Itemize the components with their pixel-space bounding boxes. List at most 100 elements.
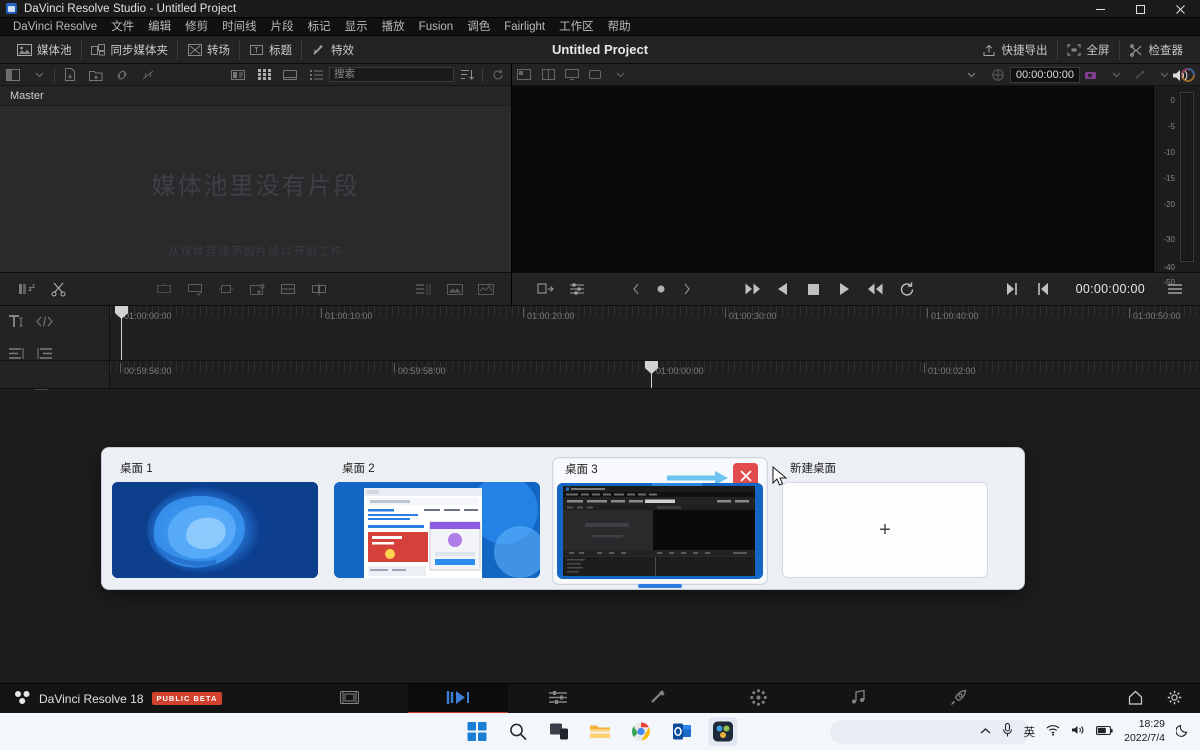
- trim-in-icon[interactable]: [8, 347, 25, 360]
- desktop-thumbnail-1[interactable]: [112, 482, 318, 578]
- battery-icon[interactable]: [1096, 725, 1113, 739]
- menu-item-trim[interactable]: 修剪: [178, 18, 215, 36]
- timeline-ruler-top[interactable]: 01:00:00:00 01:00:10:00 01:00:20:00 01:0…: [0, 306, 1200, 361]
- close-button[interactable]: [1160, 0, 1200, 18]
- task-view-icon[interactable]: [545, 717, 574, 746]
- overwrite-clip-icon[interactable]: [179, 272, 210, 306]
- marker-icon[interactable]: [651, 272, 671, 306]
- viewer-selector-dropdown[interactable]: [636, 67, 982, 83]
- place-on-top-icon[interactable]: [241, 272, 272, 306]
- page-fusion[interactable]: [608, 684, 708, 714]
- menu-item-playback[interactable]: 播放: [375, 18, 412, 36]
- replace-clip-icon[interactable]: [210, 272, 241, 306]
- link-clips-icon[interactable]: [109, 64, 135, 86]
- chrome-icon[interactable]: [627, 717, 656, 746]
- play-reverse-icon[interactable]: [767, 272, 798, 306]
- transport-timecode[interactable]: 00:00:00:00: [1076, 282, 1145, 296]
- taskbar-clock[interactable]: 18:29 2022/7/4: [1124, 718, 1165, 744]
- playhead-top[interactable]: [121, 306, 122, 360]
- aspect-ratio-icon[interactable]: [584, 64, 608, 86]
- menu-item-file[interactable]: 文件: [104, 18, 141, 36]
- chevron-up-icon[interactable]: [980, 726, 991, 738]
- sort-icon[interactable]: [454, 64, 480, 86]
- new-desktop-item[interactable]: 新建桌面 +: [782, 457, 990, 578]
- desktop-item-2[interactable]: 桌面 2: [334, 457, 542, 578]
- add-desktop-button[interactable]: +: [782, 482, 988, 578]
- refresh-icon[interactable]: [485, 64, 511, 86]
- chevron-down-icon[interactable]: [608, 64, 632, 86]
- import-media-icon[interactable]: [57, 64, 83, 86]
- code-view-icon[interactable]: [36, 315, 53, 328]
- jump-end-icon[interactable]: [860, 272, 891, 306]
- outlook-icon[interactable]: [668, 717, 697, 746]
- sync-bin-button[interactable]: 同步媒体夹: [82, 40, 179, 60]
- menu-item-mark[interactable]: 标记: [301, 18, 338, 36]
- source-viewer-icon[interactable]: [986, 64, 1010, 86]
- loop-icon[interactable]: [891, 272, 922, 306]
- search-icon[interactable]: [504, 717, 533, 746]
- close-up-icon[interactable]: [439, 272, 470, 306]
- network-icon[interactable]: [1046, 724, 1060, 739]
- chevron-down-icon[interactable]: [1104, 64, 1128, 86]
- start-icon[interactable]: [463, 717, 492, 746]
- fit-to-fill-icon[interactable]: [272, 272, 303, 306]
- viewer-canvas[interactable]: [512, 86, 1153, 272]
- minimize-button[interactable]: [1080, 0, 1120, 18]
- chevron-down-icon[interactable]: [26, 64, 52, 86]
- tags-icon[interactable]: [1080, 64, 1104, 86]
- import-folder-icon[interactable]: [83, 64, 109, 86]
- home-icon[interactable]: [1128, 690, 1143, 708]
- append-at-end-icon[interactable]: [303, 272, 334, 306]
- menu-item-color[interactable]: 调色: [460, 18, 497, 36]
- text-tool-icon[interactable]: [8, 314, 25, 329]
- menu-item-help[interactable]: 帮助: [601, 18, 638, 36]
- stop-icon[interactable]: [798, 272, 829, 306]
- timeline-ruler-track-bottom[interactable]: 00:59:56:00 00:59:58:00 01:00:00:00 01:0…: [110, 361, 1200, 388]
- page-cut[interactable]: [408, 684, 508, 714]
- snapping-icon[interactable]: zz: [12, 272, 43, 306]
- bin-split-icon[interactable]: [0, 64, 26, 86]
- prev-marker-icon[interactable]: [620, 272, 651, 306]
- filmstrip-view-icon[interactable]: [277, 64, 303, 86]
- prev-edit-icon[interactable]: [1027, 272, 1058, 306]
- search-input[interactable]: 搜索: [329, 67, 454, 82]
- inspector-button[interactable]: 检查器: [1120, 40, 1193, 60]
- unlink-clips-icon[interactable]: [135, 64, 161, 86]
- viewer-timecode[interactable]: 00:00:00:00: [1010, 67, 1080, 83]
- menu-item-view[interactable]: 显示: [338, 18, 375, 36]
- moon-icon[interactable]: [1176, 723, 1190, 740]
- insert-clip-icon[interactable]: [148, 272, 179, 306]
- microphone-icon[interactable]: [1002, 723, 1013, 740]
- transitions-button[interactable]: 转场: [178, 40, 240, 60]
- desktop-item-1[interactable]: 桌面 1: [112, 457, 320, 578]
- media-pool-button[interactable]: 媒体池: [8, 40, 82, 60]
- speaker-icon[interactable]: [1172, 68, 1190, 86]
- play-icon[interactable]: [829, 272, 860, 306]
- ripple-overwrite-icon[interactable]: [408, 272, 439, 306]
- page-edit[interactable]: [508, 684, 608, 714]
- thumbnail-view-icon[interactable]: [225, 64, 251, 86]
- page-media[interactable]: [290, 684, 408, 714]
- playhead-bottom[interactable]: [651, 361, 652, 388]
- menu-item-davinci-resolve[interactable]: DaVinci Resolve: [6, 18, 104, 36]
- grid-view-icon[interactable]: [251, 64, 277, 86]
- menu-item-timeline[interactable]: 时间线: [215, 18, 264, 36]
- list-view-icon[interactable]: [303, 64, 329, 86]
- grid-layout-icon[interactable]: [536, 64, 560, 86]
- next-marker-icon[interactable]: [671, 272, 702, 306]
- desktop-thumbnail-2[interactable]: [334, 482, 540, 578]
- trim-out-icon[interactable]: [36, 347, 53, 360]
- page-deliver[interactable]: [908, 684, 1008, 714]
- effects-button[interactable]: 特效: [302, 40, 363, 60]
- source-tape-icon[interactable]: [512, 64, 536, 86]
- quick-export-button[interactable]: 快捷导出: [973, 40, 1058, 60]
- monitor-icon[interactable]: [560, 64, 584, 86]
- davinci-resolve-icon[interactable]: [709, 717, 738, 746]
- transform-icon[interactable]: [530, 272, 561, 306]
- menu-item-fairlight[interactable]: Fairlight: [497, 18, 552, 36]
- audio-level-icon[interactable]: [561, 272, 592, 306]
- menu-item-fusion[interactable]: Fusion: [412, 18, 461, 36]
- timeline-ruler-bottom[interactable]: 00:59:56:00 00:59:58:00 01:00:00:00 01:0…: [0, 361, 1200, 389]
- desktop-thumbnail-3[interactable]: [557, 483, 763, 579]
- jump-start-icon[interactable]: [736, 272, 767, 306]
